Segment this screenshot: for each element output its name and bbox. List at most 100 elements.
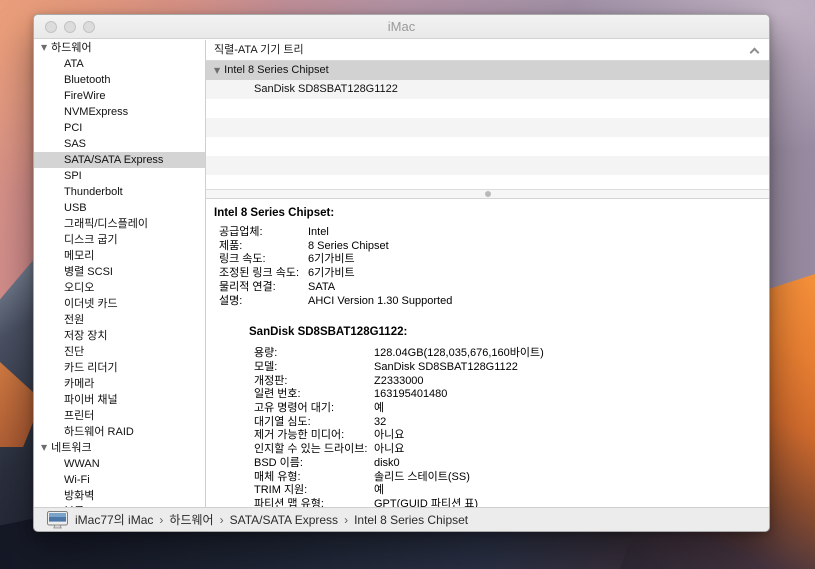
disclosure-triangle-icon[interactable]: ▼ bbox=[41, 440, 47, 456]
sidebar-item-label: ATA bbox=[64, 58, 84, 70]
tree-row-label: Intel 8 Series Chipset bbox=[224, 64, 329, 76]
detail-value: AHCI Version 1.30 Supported bbox=[308, 295, 452, 307]
sidebar-item-spi[interactable]: SPI bbox=[34, 168, 205, 184]
detail-label: 고유 명령어 대기: bbox=[254, 402, 374, 416]
detail-row: 용량:128.04GB(128,035,676,160바이트) bbox=[254, 347, 769, 361]
breadcrumb: iMac77의 iMac›하드웨어›SATA/SATA Express›Inte… bbox=[75, 511, 468, 528]
sidebar-item-thunderbolt[interactable]: Thunderbolt bbox=[34, 184, 205, 200]
detail-label: 링크 속도: bbox=[219, 253, 308, 267]
breadcrumb-separator: › bbox=[220, 513, 224, 527]
detail-value: 아니요 bbox=[374, 429, 404, 441]
sidebar-item-firewall[interactable]: 방화벽 bbox=[34, 488, 205, 504]
sidebar-group-label: 네트워크 bbox=[51, 442, 91, 454]
breadcrumb-item[interactable]: Intel 8 Series Chipset bbox=[354, 513, 468, 527]
detail-section-heading: Intel 8 Series Chipset: bbox=[214, 207, 769, 219]
sidebar-item-ata[interactable]: ATA bbox=[34, 56, 205, 72]
sidebar-item-label: 전원 bbox=[64, 314, 84, 326]
titlebar[interactable]: iMac bbox=[34, 15, 769, 39]
tree-row-sandisk-sd8sbat128g1122[interactable]: SanDisk SD8SBAT128G1122 bbox=[206, 80, 769, 99]
sidebar-item-sas[interactable]: SAS bbox=[34, 136, 205, 152]
detail-row: 공급업체:Intel bbox=[219, 226, 769, 240]
detail-section-heading: SanDisk SD8SBAT128G1122: bbox=[249, 326, 769, 338]
sidebar-list: ▼하드웨어 ATA Bluetooth FireWire NVMExpress PCI SA… bbox=[34, 40, 206, 507]
pane-splitter[interactable] bbox=[206, 189, 769, 199]
sidebar-item-label: 이더넷 카드 bbox=[64, 298, 118, 310]
detail-row: BSD 이름:disk0 bbox=[254, 457, 769, 471]
detail-value: GPT(GUID 파티션 표) bbox=[374, 498, 478, 507]
sidebar-item-power[interactable]: 전원 bbox=[34, 312, 205, 328]
detail-label: 용량: bbox=[254, 347, 374, 361]
detail-label: 모델: bbox=[254, 361, 374, 375]
zoom-button[interactable] bbox=[83, 21, 95, 33]
detail-row: 개정판:Z2333000 bbox=[254, 375, 769, 389]
disclosure-triangle-icon[interactable]: ▼ bbox=[214, 61, 220, 80]
sidebar-group-network[interactable]: ▼ 네트워크 bbox=[34, 440, 205, 456]
detail-row: 조정된 링크 속도:6기가비트 bbox=[219, 267, 769, 281]
minimize-button[interactable] bbox=[64, 21, 76, 33]
detail-row: 물리적 연결:SATA bbox=[219, 281, 769, 295]
detail-row: TRIM 지원:예 bbox=[254, 484, 769, 498]
detail-value: 8 Series Chipset bbox=[308, 240, 389, 252]
breadcrumb-item[interactable]: iMac77의 iMac bbox=[75, 513, 153, 527]
sidebar-item-label: SAS bbox=[64, 138, 86, 150]
sidebar-item-fibre-channel[interactable]: 파이버 채널 bbox=[34, 392, 205, 408]
breadcrumb-separator: › bbox=[344, 513, 348, 527]
detail-value: 32 bbox=[374, 416, 386, 428]
sidebar-item-bluetooth[interactable]: Bluetooth bbox=[34, 72, 205, 88]
sidebar-item-wi-fi[interactable]: Wi-Fi bbox=[34, 472, 205, 488]
sidebar-item-label: Wi-Fi bbox=[64, 474, 90, 486]
detail-value: 예 bbox=[374, 484, 384, 496]
close-button[interactable] bbox=[45, 21, 57, 33]
detail-label: 물리적 연결: bbox=[219, 281, 308, 295]
traffic-lights bbox=[45, 21, 95, 33]
sidebar-item-camera[interactable]: 카메라 bbox=[34, 376, 205, 392]
imac-display-icon bbox=[47, 511, 68, 529]
detail-value: disk0 bbox=[374, 457, 400, 469]
tree-column-header[interactable]: 직렬-ATA 기기 트리 bbox=[206, 40, 769, 61]
tree-empty-row bbox=[206, 175, 769, 189]
sidebar-item-audio[interactable]: 오디오 bbox=[34, 280, 205, 296]
detail-row: 제품:8 Series Chipset bbox=[219, 240, 769, 254]
tree-empty-row bbox=[206, 99, 769, 118]
sidebar-item-hardware-raid[interactable]: 하드웨어 RAID bbox=[34, 424, 205, 440]
sidebar-item-printers[interactable]: 프린터 bbox=[34, 408, 205, 424]
tree-body: ▼ Intel 8 Series Chipset SanDisk SD8SBAT12… bbox=[206, 61, 769, 189]
detail-value: 6기가비트 bbox=[308, 253, 355, 265]
sidebar-item-pci[interactable]: PCI bbox=[34, 120, 205, 136]
sidebar-item-graphics-displays[interactable]: 그래픽/디스플레이 bbox=[34, 216, 205, 232]
sidebar-item-ethernet-cards[interactable]: 이더넷 카드 bbox=[34, 296, 205, 312]
sidebar-item-parallel-scsi[interactable]: 병렬 SCSI bbox=[34, 264, 205, 280]
sidebar-item-memory[interactable]: 메모리 bbox=[34, 248, 205, 264]
disclosure-triangle-icon[interactable]: ▼ bbox=[41, 40, 47, 56]
sidebar-item-usb[interactable]: USB bbox=[34, 200, 205, 216]
detail-label: 대기열 심도: bbox=[254, 416, 374, 430]
sidebar-item-label: SPI bbox=[64, 170, 82, 182]
splitter-handle-icon[interactable] bbox=[485, 191, 491, 197]
sidebar-item-wwan[interactable]: WWAN bbox=[34, 456, 205, 472]
sidebar-group-hardware[interactable]: ▼하드웨어 bbox=[34, 40, 205, 56]
sidebar-item-firewire[interactable]: FireWire bbox=[34, 88, 205, 104]
sidebar-item-sata-sata-express[interactable]: SATA/SATA Express bbox=[34, 152, 205, 168]
sidebar-item-storage[interactable]: 저장 장치 bbox=[34, 328, 205, 344]
detail-label: 설명: bbox=[219, 295, 308, 309]
tree-row-intel-8-series-chipset[interactable]: ▼ Intel 8 Series Chipset bbox=[206, 61, 769, 80]
sidebar-item-disc-burning[interactable]: 디스크 굽기 bbox=[34, 232, 205, 248]
sidebar-item-label: FireWire bbox=[64, 90, 106, 102]
sidebar-item-diagnostics[interactable]: 진단 bbox=[34, 344, 205, 360]
detail-label: 파티션 맵 유형: bbox=[254, 498, 374, 507]
breadcrumb-item[interactable]: SATA/SATA Express bbox=[230, 513, 338, 527]
detail-section-intel-8-series-chipset: Intel 8 Series Chipset:공급업체:Intel제품:8 Se… bbox=[219, 207, 769, 308]
sidebar-item-label: 진단 bbox=[64, 346, 84, 358]
tree-empty-row bbox=[206, 118, 769, 137]
breadcrumb-item[interactable]: 하드웨어 bbox=[169, 513, 213, 527]
sidebar-item-card-reader[interactable]: 카드 리더기 bbox=[34, 360, 205, 376]
sidebar-item-nvmexpress[interactable]: NVMExpress bbox=[34, 104, 205, 120]
tree-header-label: 직렬-ATA 기기 트리 bbox=[214, 44, 304, 56]
tree-empty-row bbox=[206, 156, 769, 175]
chevron-up-icon[interactable] bbox=[750, 48, 760, 58]
sidebar-item-label: NVMExpress bbox=[64, 106, 128, 118]
detail-row: 링크 속도:6기가비트 bbox=[219, 253, 769, 267]
detail-row: 대기열 심도:32 bbox=[254, 416, 769, 430]
detail-row: 고유 명령어 대기:예 bbox=[254, 402, 769, 416]
sidebar-item-label: 메모리 bbox=[64, 250, 94, 262]
